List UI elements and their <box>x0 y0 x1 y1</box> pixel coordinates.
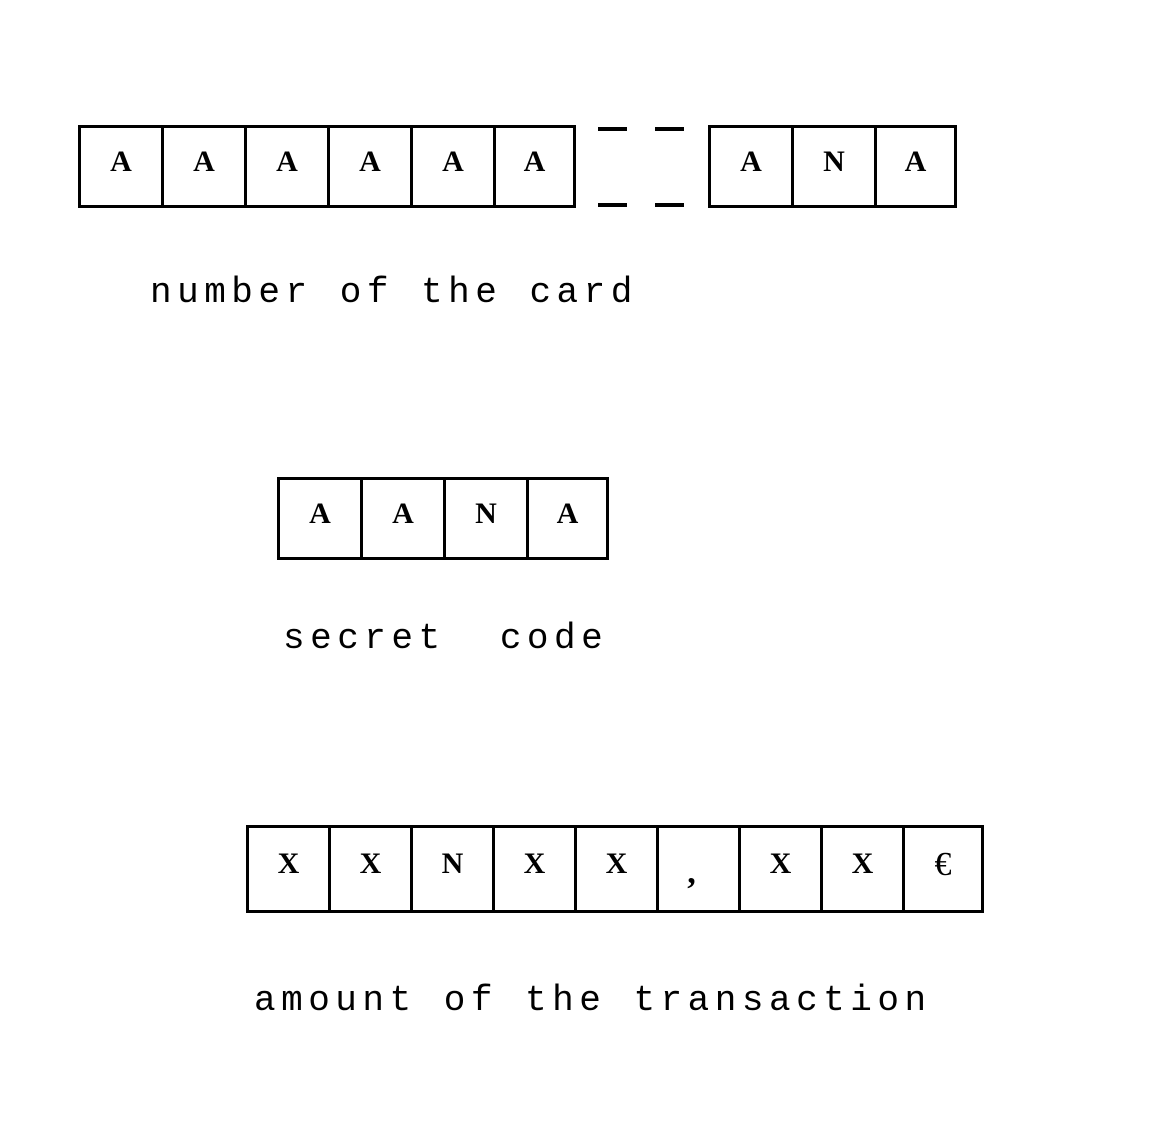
amount-cell-5[interactable]: X <box>574 825 656 913</box>
amount-cell-decimal-separator[interactable]: , <box>656 825 738 913</box>
amount-cell-7[interactable]: X <box>738 825 820 913</box>
amount-cell-currency[interactable]: € <box>902 825 984 913</box>
cell-glyph: X <box>523 847 546 880</box>
field-row-card-number: A A A A A A A N A <box>78 125 957 208</box>
euro-icon: € <box>934 846 952 883</box>
cell-glyph: A <box>523 144 546 178</box>
cell-glyph: A <box>276 144 298 178</box>
cell-glyph: X <box>277 847 300 880</box>
cell-glyph: A <box>359 144 381 178</box>
card-number-cell-3[interactable]: A <box>244 125 327 208</box>
caption-secret-code: secret code <box>283 618 609 659</box>
cell-glyph: N <box>441 847 464 880</box>
cell-glyph: A <box>309 496 331 530</box>
diagram-canvas: A A A A A A A N A number of the card A A… <box>0 0 1150 1138</box>
secret-code-cell-2[interactable]: A <box>360 477 443 560</box>
cell-glyph: A <box>904 144 927 178</box>
cell-glyph: A <box>110 144 132 178</box>
cell-glyph: A <box>442 144 464 178</box>
cell-glyph: X <box>605 847 628 880</box>
cell-glyph: A <box>193 144 215 178</box>
card-number-cell-9[interactable]: A <box>874 125 957 208</box>
amount-cells: X X N X X , X X € <box>246 825 984 913</box>
field-row-amount: X X N X X , X X € <box>246 825 984 913</box>
card-number-cell-8[interactable]: N <box>791 125 874 208</box>
cell-glyph: X <box>769 847 792 880</box>
card-number-cell-4[interactable]: A <box>327 125 410 208</box>
cell-glyph: N <box>475 496 497 530</box>
amount-cell-3[interactable]: N <box>410 825 492 913</box>
cell-glyph: X <box>851 847 874 880</box>
amount-cell-4[interactable]: X <box>492 825 574 913</box>
cell-glyph: A <box>556 496 579 530</box>
dash-top-1 <box>598 127 627 131</box>
cell-glyph: A <box>740 144 762 178</box>
cell-glyph: N <box>823 144 845 178</box>
card-number-leading-cells: A A A A A A <box>78 125 576 208</box>
secret-code-cell-4[interactable]: A <box>526 477 609 560</box>
cell-glyph: A <box>392 496 414 530</box>
secret-code-cells: A A N A <box>277 477 609 560</box>
caption-amount: amount of the transaction <box>254 980 932 1021</box>
card-number-cell-1[interactable]: A <box>78 125 161 208</box>
field-row-secret-code: A A N A <box>277 477 609 560</box>
dash-top-2 <box>655 127 684 131</box>
caption-card-number: number of the card <box>150 272 638 313</box>
secret-code-cell-3[interactable]: N <box>443 477 526 560</box>
amount-cell-1[interactable]: X <box>246 825 328 913</box>
card-number-cell-6[interactable]: A <box>493 125 576 208</box>
amount-cell-2[interactable]: X <box>328 825 410 913</box>
card-number-cell-7[interactable]: A <box>708 125 791 208</box>
card-number-cell-5[interactable]: A <box>410 125 493 208</box>
dashed-ellipsis-icon <box>576 125 708 208</box>
cell-glyph: X <box>359 847 382 880</box>
dash-bottom-1 <box>598 203 627 207</box>
dash-bottom-2 <box>655 203 684 207</box>
comma-glyph: , <box>687 854 696 891</box>
card-number-cell-2[interactable]: A <box>161 125 244 208</box>
amount-cell-8[interactable]: X <box>820 825 902 913</box>
secret-code-cell-1[interactable]: A <box>277 477 360 560</box>
card-number-trailing-cells: A N A <box>708 125 957 208</box>
